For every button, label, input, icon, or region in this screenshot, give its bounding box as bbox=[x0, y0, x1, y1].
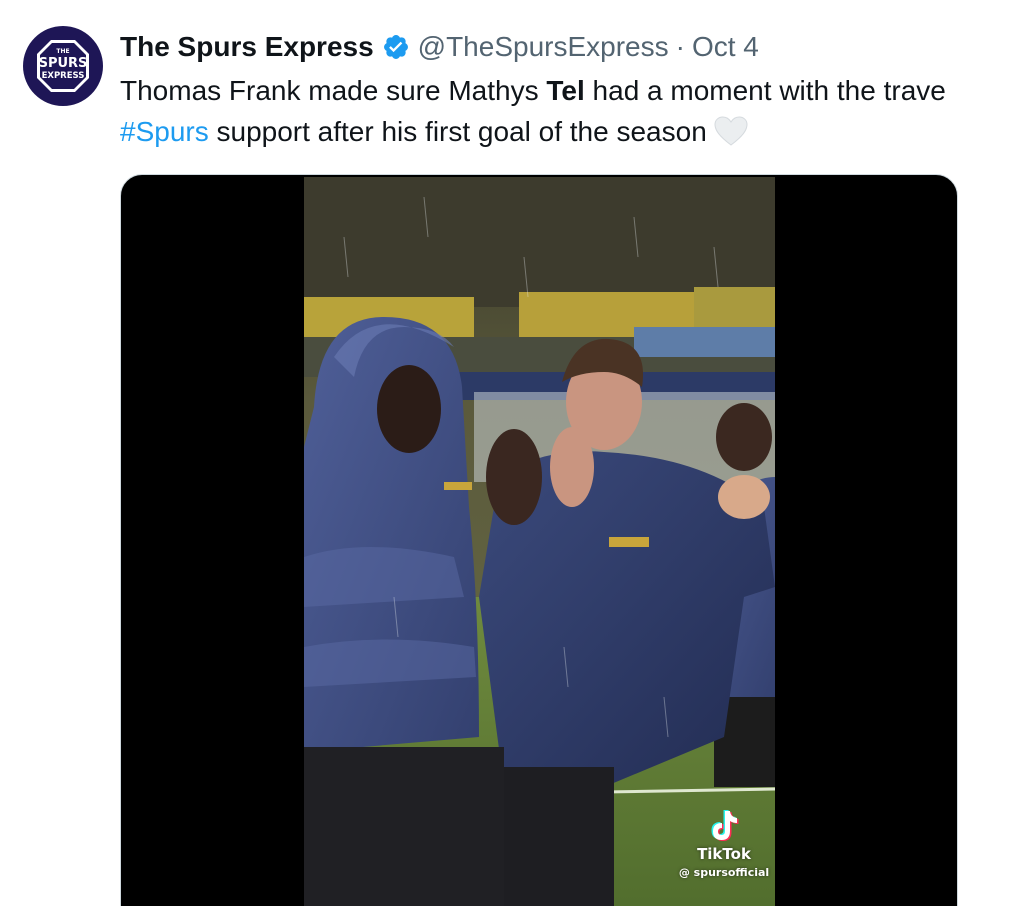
video-player[interactable]: TikTok @ spursofficial bbox=[120, 174, 958, 906]
video-still-image bbox=[304, 177, 775, 906]
tweet-text-bold: Tel bbox=[546, 75, 585, 106]
white-heart-icon bbox=[714, 116, 748, 146]
avatar-line3: EXPRESS bbox=[42, 71, 85, 81]
tiktok-brand-label: TikTok bbox=[697, 845, 751, 863]
user-handle[interactable]: @TheSpursExpress bbox=[418, 31, 669, 63]
avatar-line1: THE bbox=[56, 48, 69, 55]
avatar[interactable]: THE SPURS EXPRESS bbox=[23, 26, 103, 106]
verified-badge-icon bbox=[383, 35, 408, 59]
tweet-text-part1: Thomas Frank made sure Mathys bbox=[120, 75, 547, 106]
video-frame[interactable]: TikTok @ spursofficial bbox=[304, 177, 775, 906]
tweet-card[interactable]: THE SPURS EXPRESS The Spurs Express @The… bbox=[0, 0, 1012, 906]
hashtag-link[interactable]: #Spurs bbox=[120, 116, 209, 147]
tiktok-watermark: TikTok @ spursofficial bbox=[674, 809, 774, 879]
tweet-text-part3: support after his first goal of the seas… bbox=[208, 116, 707, 147]
tiktok-username: @ spursofficial bbox=[678, 866, 770, 879]
tweet-date[interactable]: Oct 4 bbox=[692, 31, 759, 63]
tiktok-logo-icon bbox=[711, 810, 739, 841]
tweet-text-part2: had a moment with the trave bbox=[584, 75, 946, 106]
tweet-header: The Spurs Express @TheSpursExpress · Oct… bbox=[120, 28, 759, 66]
tweet-text: Thomas Frank made sure Mathys Tel had a … bbox=[120, 70, 1012, 152]
separator-dot: · bbox=[675, 31, 685, 62]
spurs-express-logo-icon: THE SPURS EXPRESS bbox=[37, 40, 89, 92]
display-name[interactable]: The Spurs Express bbox=[120, 31, 374, 63]
avatar-line2: SPURS bbox=[39, 56, 88, 71]
